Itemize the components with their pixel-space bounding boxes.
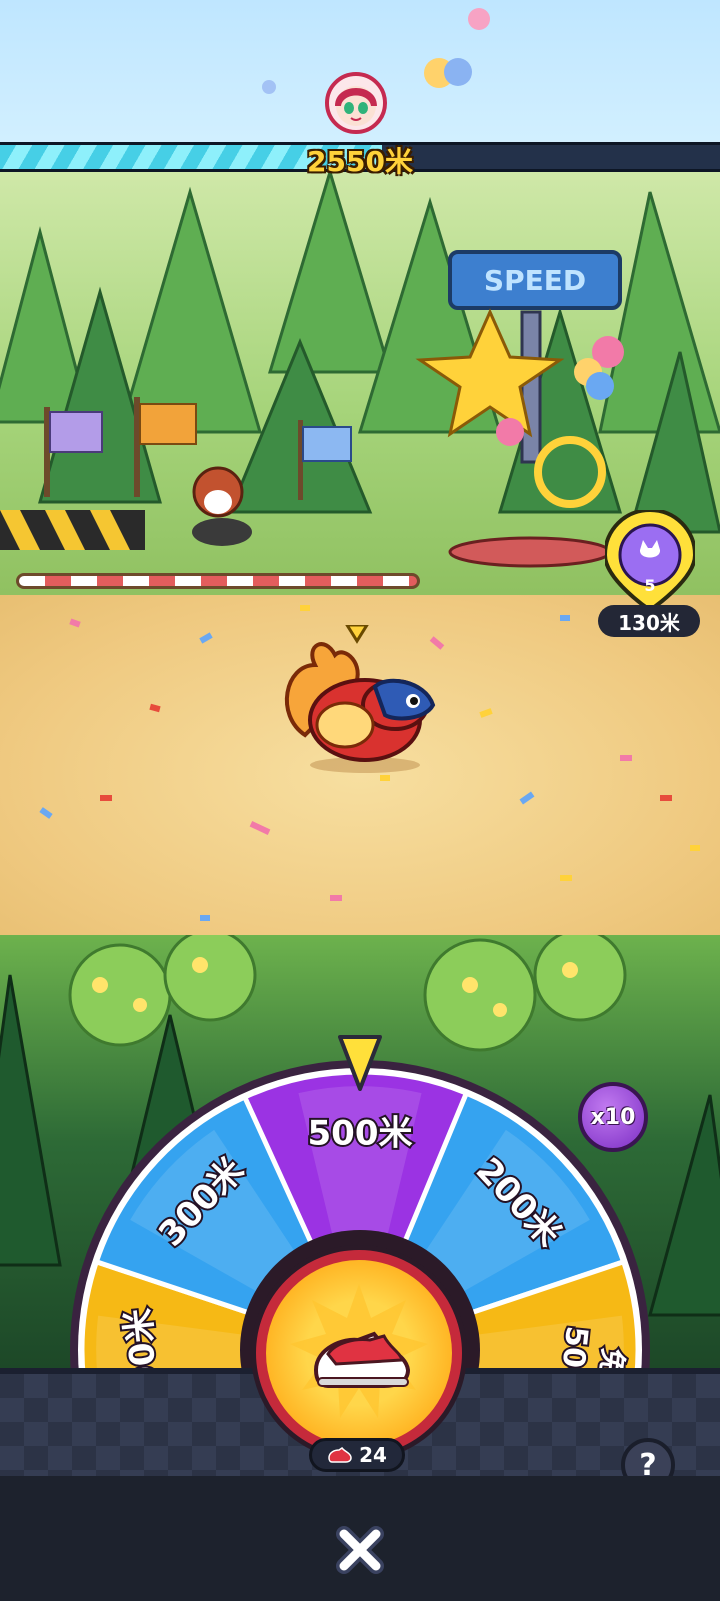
x10-multiplier-button[interactable]: x10 [578, 1082, 648, 1152]
close-icon [336, 1526, 384, 1574]
track-fence-top [16, 573, 420, 589]
sneaker-icon [328, 1446, 352, 1463]
race-track [0, 595, 720, 955]
balloon-decoration [468, 8, 490, 30]
shoe-count: 24 [359, 1443, 387, 1467]
wheel-pointer-icon [338, 1035, 382, 1091]
milestone-distance: 130米 [598, 605, 700, 637]
wheel-segment-label: 500米 [308, 1114, 413, 1154]
milestone-count: 5 [644, 576, 656, 595]
milestone-marker[interactable] [605, 510, 695, 610]
game-scene: SPEED 2550米 5 130米 300米 500米 200米 x10 24… [0, 0, 720, 1601]
balloon-decoration [262, 80, 276, 94]
dragon-character [285, 625, 436, 773]
balloon-decoration [444, 58, 472, 86]
player-avatar [325, 72, 387, 134]
total-distance-label: 2550米 [307, 145, 413, 178]
svg-text:SPEED: SPEED [484, 264, 586, 297]
close-button[interactable] [332, 1522, 388, 1578]
shoe-count-badge: 24 [309, 1438, 405, 1472]
spin-button[interactable] [256, 1250, 462, 1456]
